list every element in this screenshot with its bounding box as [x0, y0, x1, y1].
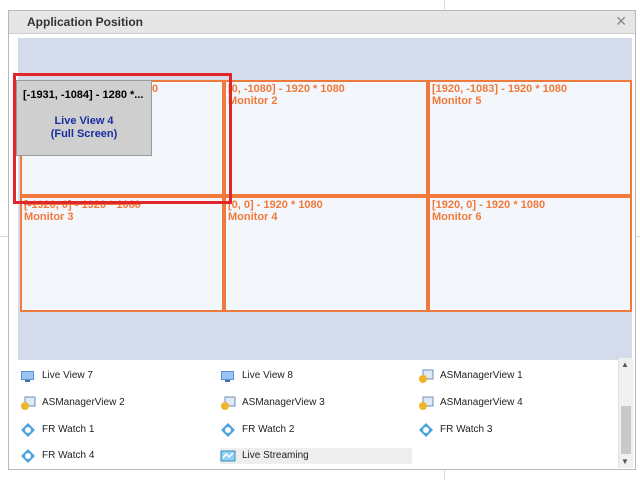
- asmanager-icon: [419, 396, 434, 410]
- monitor-resolution: [1920, 0] - 1920 * 1080: [432, 199, 546, 211]
- background-line: [444, 0, 445, 10]
- list-item-label: FR Watch 3: [440, 424, 493, 435]
- list-item[interactable]: ASManagerView 4: [418, 395, 608, 411]
- list-item[interactable]: ASManagerView 2: [20, 395, 200, 411]
- fr-watch-icon: [221, 423, 235, 437]
- list-item[interactable]: Live View 7: [20, 368, 200, 384]
- monitor-name: Monitor 5: [432, 95, 482, 107]
- list-item-label: ASManagerView 1: [440, 370, 523, 381]
- monitor-resolution: [0, 0] - 1920 * 1080: [228, 199, 323, 211]
- monitor-resolution: [0, -1080] - 1920 * 1080: [228, 83, 345, 95]
- list-item-label: FR Watch 2: [242, 424, 295, 435]
- list-item-label: FR Watch 4: [42, 450, 95, 461]
- list-item-label: FR Watch 1: [42, 424, 95, 435]
- fr-watch-icon: [419, 423, 433, 437]
- list-scrollbar[interactable]: ▲ ▼: [618, 358, 633, 468]
- application-list[interactable]: Live View 7 Live View 8 ASManagerView 1 …: [18, 362, 618, 468]
- list-item[interactable]: FR Watch 4: [20, 448, 200, 464]
- live-streaming-icon: [220, 450, 236, 462]
- scroll-up-icon[interactable]: ▲: [621, 360, 629, 369]
- list-item[interactable]: ASManagerView 3: [220, 395, 400, 411]
- list-item-label: ASManagerView 4: [440, 397, 523, 408]
- list-item-label: Live Streaming: [242, 450, 309, 461]
- fr-watch-icon: [21, 449, 35, 463]
- fr-watch-icon: [21, 423, 35, 437]
- asmanager-icon: [21, 396, 36, 410]
- monitor-6[interactable]: [1920, 0] - 1920 * 1080 Monitor 6: [428, 196, 632, 312]
- list-item-label: ASManagerView 3: [242, 397, 325, 408]
- scrollbar-thumb[interactable]: [621, 406, 631, 454]
- scroll-down-icon[interactable]: ▼: [621, 457, 629, 466]
- list-item-label: Live View 8: [242, 370, 293, 381]
- monitor-name: Monitor 4: [228, 211, 278, 223]
- asmanager-icon: [221, 396, 236, 410]
- title-bar[interactable]: Application Position ✕: [9, 11, 635, 34]
- monitor-name: Monitor 3: [24, 211, 74, 223]
- list-item[interactable]: ASManagerView 1: [418, 368, 608, 384]
- background-line: [0, 236, 8, 237]
- monitor-4[interactable]: [0, 0] - 1920 * 1080 Monitor 4: [224, 196, 428, 312]
- asmanager-icon: [419, 369, 434, 383]
- monitor-5[interactable]: [1920, -1083] - 1920 * 1080 Monitor 5: [428, 80, 632, 196]
- list-item-label: Live View 7: [42, 370, 93, 381]
- close-icon[interactable]: ✕: [615, 13, 627, 30]
- background-line: [444, 470, 445, 480]
- live-view-icon: [221, 371, 234, 382]
- monitor-name: Monitor 6: [432, 211, 482, 223]
- live-view-icon: [21, 371, 34, 382]
- list-item-selected[interactable]: Live Streaming: [220, 448, 412, 464]
- dialog-title: Application Position: [27, 15, 143, 29]
- monitor-resolution: [1920, -1083] - 1920 * 1080: [432, 83, 568, 95]
- monitor-2[interactable]: [0, -1080] - 1920 * 1080 Monitor 2: [224, 80, 428, 196]
- list-item[interactable]: Live View 8: [220, 368, 400, 384]
- list-item[interactable]: FR Watch 3: [418, 422, 608, 438]
- list-item[interactable]: FR Watch 2: [220, 422, 400, 438]
- list-item[interactable]: FR Watch 1: [20, 422, 200, 438]
- highlight-box: [13, 73, 232, 204]
- monitor-3[interactable]: [-1920, 0] - 1920 * 1080 Monitor 3: [20, 196, 224, 312]
- list-item-label: ASManagerView 2: [42, 397, 125, 408]
- monitor-name: Monitor 2: [228, 95, 278, 107]
- background-line: [636, 236, 640, 237]
